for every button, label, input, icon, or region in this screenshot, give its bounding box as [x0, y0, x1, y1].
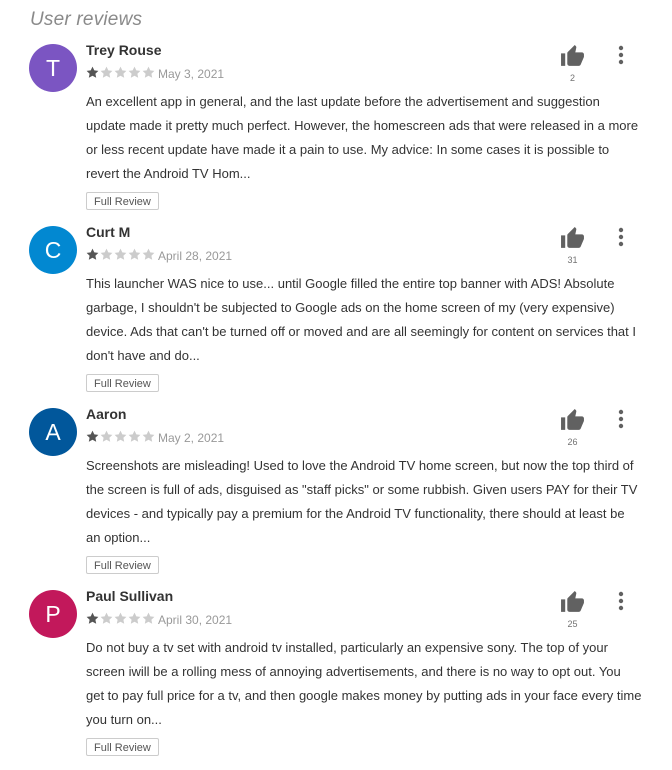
star-empty-icon	[100, 66, 113, 78]
helpful-count: 2	[569, 73, 575, 83]
star-rating	[86, 612, 155, 625]
star-empty-icon	[128, 612, 141, 624]
thumbs-up-icon[interactable]	[560, 590, 585, 615]
star-filled-icon	[86, 430, 99, 442]
star-filled-icon	[86, 612, 99, 624]
review-text: Screenshots are misleading! Used to love…	[86, 458, 638, 545]
full-review-button[interactable]: Full Review	[86, 192, 159, 210]
avatar[interactable]: C	[29, 226, 77, 274]
star-empty-icon	[142, 612, 155, 624]
review-date: May 2, 2021	[158, 431, 225, 445]
star-empty-icon	[128, 66, 141, 78]
star-empty-icon	[100, 612, 113, 624]
thumbs-up-icon[interactable]	[560, 226, 585, 251]
review-date: April 30, 2021	[158, 613, 233, 627]
thumbs-up-icon[interactable]	[560, 44, 585, 69]
star-empty-icon	[114, 612, 127, 624]
helpful-count: 25	[567, 619, 578, 629]
star-rating	[86, 66, 155, 79]
avatar[interactable]: P	[29, 590, 77, 638]
review-text: Do not buy a tv set with android tv inst…	[86, 640, 642, 727]
star-empty-icon	[142, 66, 155, 78]
review-text: An excellent app in general, and the las…	[86, 94, 639, 181]
full-review-button[interactable]: Full Review	[86, 374, 159, 392]
star-empty-icon	[100, 248, 113, 260]
review-item: T Trey Rouse May 3, 2021 2 An excellent …	[0, 42, 672, 224]
more-options-icon[interactable]	[612, 226, 630, 248]
review-author[interactable]: Paul Sullivan	[86, 588, 173, 604]
star-empty-icon	[128, 430, 141, 442]
star-empty-icon	[100, 430, 113, 442]
thumbs-up-icon[interactable]	[560, 408, 585, 433]
helpful-count: 31	[567, 255, 578, 265]
review-item: C Curt M April 28, 2021 31 This launcher…	[0, 224, 672, 406]
star-rating	[86, 248, 155, 261]
star-empty-icon	[142, 248, 155, 260]
avatar[interactable]: T	[29, 44, 77, 92]
star-empty-icon	[142, 430, 155, 442]
review-author[interactable]: Aaron	[86, 406, 126, 422]
more-options-icon[interactable]	[612, 44, 630, 66]
more-options-icon[interactable]	[612, 408, 630, 430]
full-review-button[interactable]: Full Review	[86, 556, 159, 574]
star-empty-icon	[114, 430, 127, 442]
review-date: April 28, 2021	[158, 249, 233, 263]
star-filled-icon	[86, 66, 99, 78]
more-options-icon[interactable]	[612, 590, 630, 612]
review-item: A Aaron May 2, 2021 26 Screenshots are m…	[0, 406, 672, 588]
star-rating	[86, 430, 155, 443]
helpful-count: 26	[567, 437, 578, 447]
review-author[interactable]: Curt M	[86, 224, 130, 240]
section-title: User reviews	[30, 9, 143, 30]
review-author[interactable]: Trey Rouse	[86, 42, 161, 58]
review-text: This launcher WAS nice to use... until G…	[86, 276, 636, 363]
star-empty-icon	[114, 248, 127, 260]
review-date: May 3, 2021	[158, 67, 225, 81]
star-empty-icon	[114, 66, 127, 78]
star-empty-icon	[128, 248, 141, 260]
full-review-button[interactable]: Full Review	[86, 738, 159, 756]
star-filled-icon	[86, 248, 99, 260]
review-item: P Paul Sullivan April 30, 2021 25 Do not…	[0, 588, 672, 770]
avatar[interactable]: A	[29, 408, 77, 456]
